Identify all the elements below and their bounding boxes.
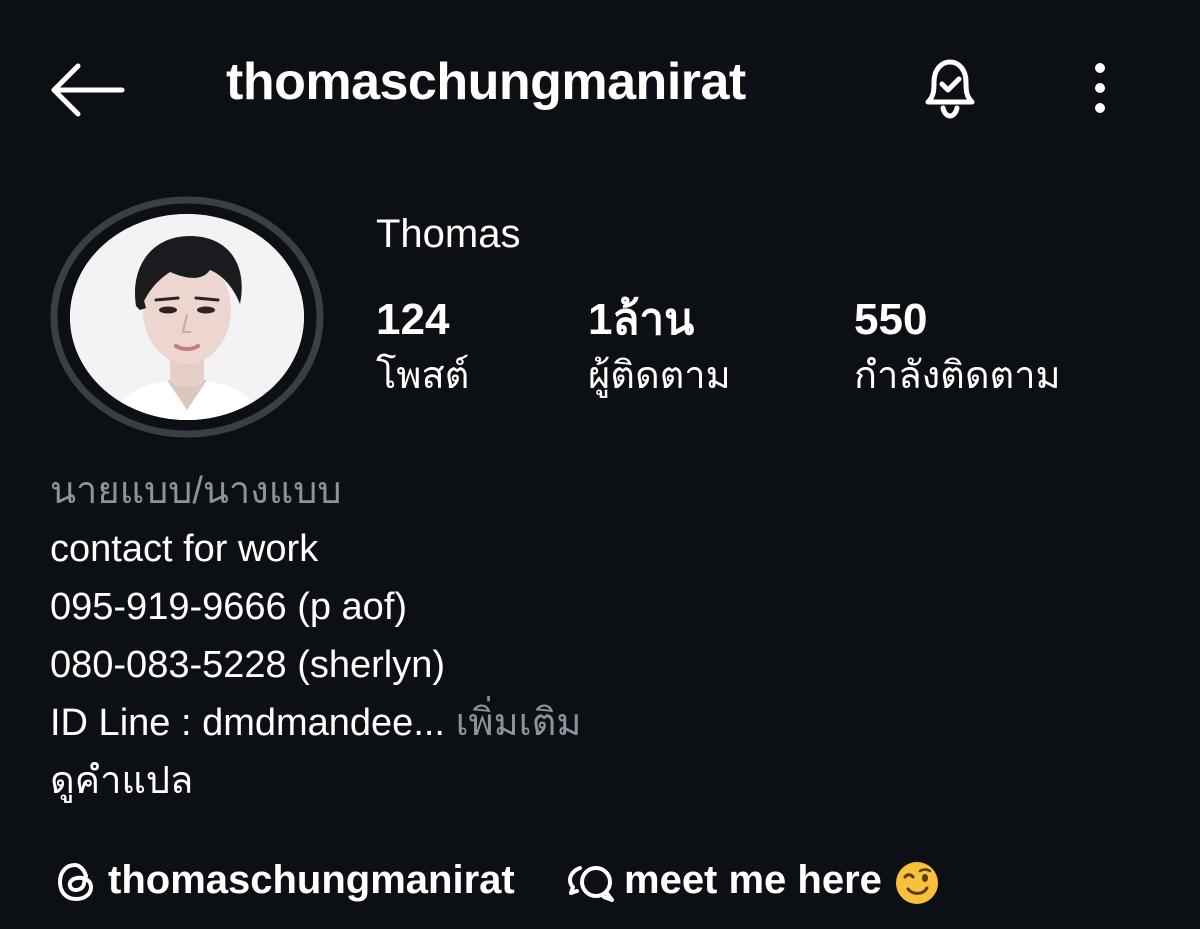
display-name: Thomas (376, 212, 521, 256)
bio-more-link[interactable]: เพิ่มเติม (456, 702, 582, 744)
bio-line: contact for work (50, 528, 319, 570)
threads-icon (57, 862, 94, 902)
following-label: กำลังติดตาม (854, 355, 1061, 398)
profile-category: นายแบบ/นางแบบ (50, 470, 342, 512)
chat-link[interactable]: meet me here (566, 852, 986, 912)
bell-check-icon (925, 59, 975, 119)
followers-count: 1ล้าน (588, 295, 695, 344)
following-count-stat[interactable]: 550 กำลังติดตาม (854, 295, 1061, 398)
posts-count: 124 (376, 295, 450, 344)
bio-truncated-line: ID Line : dmdmandee... เพิ่มเติม (50, 694, 1150, 752)
avatar-photo (70, 214, 304, 420)
followers-label: ผู้ติดตาม (588, 355, 731, 398)
profile-username: thomaschungmanirat (226, 53, 746, 111)
followers-count-stat[interactable]: 1ล้าน ผู้ติดตาม (588, 295, 731, 398)
more-options-button[interactable] (1082, 60, 1118, 120)
threads-handle: thomaschungmanirat (108, 858, 515, 902)
following-count: 550 (854, 295, 928, 344)
chat-label: meet me here (624, 858, 882, 902)
bio-line-truncated: ID Line : dmdmandee... (50, 702, 445, 744)
profile-header: thomaschungmanirat (0, 0, 1200, 180)
profile-bio: นายแบบ/นางแบบ contact for work 095-919-9… (50, 462, 1150, 810)
profile-avatar-button[interactable] (50, 196, 324, 438)
threads-profile-link[interactable]: thomaschungmanirat (50, 852, 550, 912)
more-vertical-icon (1095, 63, 1105, 113)
profile-links: thomaschungmanirat meet me here (50, 852, 1150, 912)
back-arrow-icon (51, 63, 125, 117)
posts-label: โพสต์ (376, 355, 470, 398)
back-button[interactable] (48, 58, 128, 122)
notifications-button[interactable] (914, 52, 986, 124)
bio-line: 080-083-5228 (sherlyn) (50, 644, 446, 686)
chat-bubbles-icon (568, 866, 614, 902)
posts-count-stat[interactable]: 124 โพสต์ (376, 295, 470, 398)
see-translation-link[interactable]: ดูคำแปล (50, 752, 1150, 810)
winking-face-emoji (896, 862, 938, 904)
avatar (70, 214, 304, 420)
bio-line: 095-919-9666 (p aof) (50, 586, 408, 628)
